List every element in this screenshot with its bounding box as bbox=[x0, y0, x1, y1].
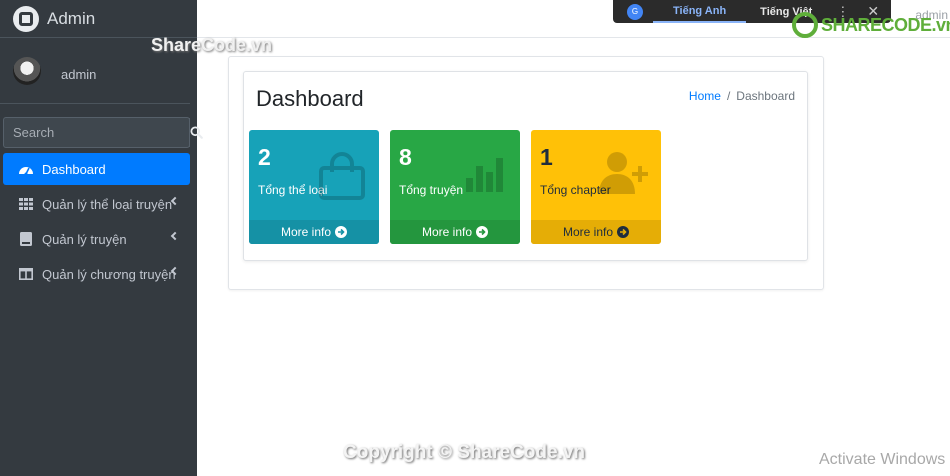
columns-icon bbox=[18, 267, 34, 281]
more-info-link[interactable]: More info bbox=[390, 220, 520, 244]
google-translate-icon: G bbox=[627, 3, 643, 20]
arrow-circle-right-icon bbox=[476, 226, 489, 238]
avatar bbox=[13, 56, 41, 85]
more-info-label: More info bbox=[280, 225, 332, 239]
sidebar-nav: Dashboard Quản lý thể loại truyện Quản l… bbox=[3, 153, 190, 293]
brand-link[interactable]: Admin bbox=[0, 0, 197, 38]
watermark-text: ShareCode.vn bbox=[151, 35, 273, 55]
stat-value: 1 bbox=[540, 144, 553, 170]
copyright-watermark: Copyright © ShareCode.vn bbox=[343, 442, 586, 463]
sharecode-logo-icon bbox=[792, 12, 818, 38]
sharecode-logo: SHARECODE.vn bbox=[792, 12, 950, 38]
sidebar-item-label: Dashboard bbox=[42, 161, 106, 177]
chevron-left-icon bbox=[170, 231, 180, 241]
stat-box-chapters: 1 Tổng chapter More info bbox=[531, 130, 661, 244]
sidebar-search bbox=[3, 117, 203, 148]
bar-chart-icon bbox=[466, 158, 503, 192]
stat-box-stories: 8 Tổng truyện More info bbox=[390, 130, 520, 244]
search-input[interactable] bbox=[4, 118, 189, 147]
user-name: admin bbox=[61, 67, 97, 82]
sidebar-item-label: Quản lý chương truyện bbox=[42, 266, 176, 282]
sidebar-item-chapters[interactable]: Quản lý chương truyện bbox=[3, 258, 190, 290]
sidebar-item-dashboard[interactable]: Dashboard bbox=[3, 153, 190, 185]
breadcrumb-home-link[interactable]: Home bbox=[689, 89, 721, 103]
more-info-label: More info bbox=[421, 225, 473, 239]
breadcrumb-separator: / bbox=[726, 89, 731, 103]
breadcrumb-current: Dashboard bbox=[736, 89, 795, 103]
lang-english-tab[interactable]: Tiếng Anh bbox=[653, 0, 747, 23]
more-info-link[interactable]: More info bbox=[531, 220, 661, 244]
brand-title: Admin bbox=[47, 8, 96, 28]
stat-value: 2 bbox=[258, 144, 271, 170]
more-info-label: More info bbox=[562, 225, 614, 239]
dashboard-gauge-icon bbox=[18, 162, 34, 176]
book-icon bbox=[18, 232, 34, 246]
page-title: Dashboard bbox=[256, 86, 364, 111]
stat-label: Tổng truyện bbox=[399, 183, 464, 197]
search-icon bbox=[190, 126, 203, 139]
arrow-circle-right-icon bbox=[335, 226, 348, 238]
more-info-link[interactable]: More info bbox=[249, 220, 379, 244]
stat-box-categories: 2 Tổng thể loại More info bbox=[249, 130, 379, 244]
breadcrumb: Home / Dashboard bbox=[689, 89, 795, 103]
arrow-circle-right-icon bbox=[617, 226, 630, 238]
stat-value: 8 bbox=[399, 144, 412, 170]
brand-logo-icon bbox=[13, 5, 39, 32]
sidebar-item-categories[interactable]: Quản lý thể loại truyện bbox=[3, 188, 190, 220]
user-plus-icon bbox=[599, 152, 648, 194]
search-button[interactable] bbox=[189, 118, 203, 147]
shopping-bag-icon bbox=[319, 152, 365, 200]
sidebar-item-stories[interactable]: Quản lý truyện bbox=[3, 223, 190, 255]
sidebar-item-label: Quản lý truyện bbox=[42, 231, 127, 247]
sharecode-logo-text: SHARECODE.vn bbox=[821, 14, 950, 35]
activate-windows-notice: Activate Windows bbox=[819, 451, 946, 468]
sidebar-item-label: Quản lý thể loại truyện bbox=[42, 196, 173, 212]
sidebar: Admin admin Dashboard bbox=[0, 0, 203, 476]
grid-icon bbox=[18, 197, 34, 211]
